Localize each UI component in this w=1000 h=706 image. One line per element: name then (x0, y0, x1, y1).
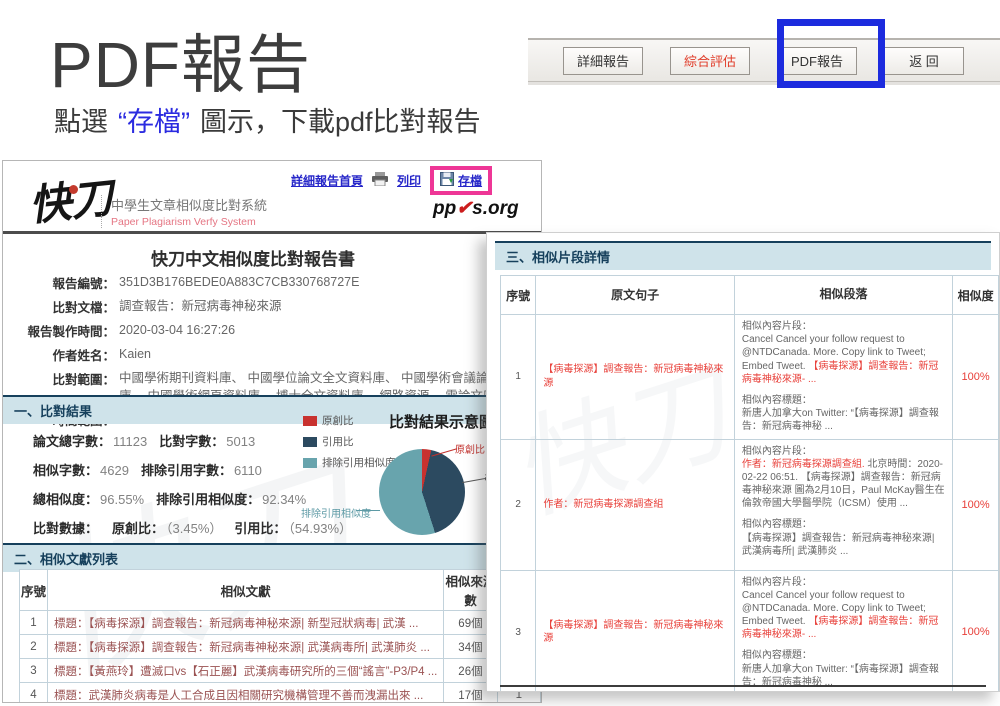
meta-row: 報告編號：351D3B176BEDE0A883C7CB330768727E (11, 273, 529, 292)
system-name-en: Paper Plagiarism Verfy System (111, 216, 267, 228)
doc-row-index: 3 (20, 659, 48, 683)
subtitle-prefix: 點選 (54, 107, 108, 137)
legend-item: 原創比 (303, 413, 396, 428)
similar-fragments-panel: 快刀 三、相似片段詳情 序號 原文句子 相似段落 相似度 1 【病毒探源】調查報… (486, 232, 1000, 692)
fragment-text: 作者：新冠病毒探源調查組. 北京時間：2020-02-22 06:51. 【病毒… (742, 458, 945, 511)
sim-table-row: 1 【病毒探源】調查報告：新冠病毒神秘來源 相似內容片段： Cancel Can… (501, 315, 999, 440)
doc-row-index: 1 (20, 611, 48, 635)
similar-documents-table: 序號 相似文獻 相似來源數 相似字數 1 標題：【病毒探源】調查報告：新冠病毒神… (19, 569, 541, 703)
similar-title-text: 【病毒探源】調查報告：新冠病毒神秘來源| 武漢病毒所| 武漢肺炎 ... (742, 532, 945, 558)
doc-row-index: 4 (20, 683, 48, 704)
section-3-header: 三、相似片段詳情 (495, 241, 991, 270)
similar-title-label: 相似內容標題： (742, 394, 945, 407)
page: PDF報告 點選 “存檔” 圖示，下載pdf比對報告 詳細報告綜合評估PDF報告返 … (0, 0, 1000, 706)
sim-row-similarity: 100% (953, 570, 999, 692)
sim-row-similarity: 100% (953, 439, 999, 570)
toolbar-button-1[interactable]: 綜合評估 (670, 47, 750, 75)
doc-row-index: 2 (20, 635, 48, 659)
callout-original: 原創比 (455, 441, 485, 456)
pie-legend: 原創比引用比排除引用相似度 (303, 413, 396, 476)
callout-excl-citation: 排除引用相似度 (301, 505, 371, 520)
doc-row-title[interactable]: 標題：【病毒探源】調查報告：新冠病毒神秘來源| 新型冠狀病毒| 武漢 ... (48, 611, 444, 635)
similar-title-label: 相似內容標題： (742, 518, 945, 531)
logo-seal-icon (69, 185, 78, 194)
sim-row-similarity: 100% (953, 315, 999, 440)
similar-title-text: 新唐人加拿大on Twitter: “【病毒探源】調查報告：新冠病毒神秘 ... (742, 407, 945, 433)
pdf-report-highlight-box (777, 19, 885, 88)
ppvs-check-icon: ✔ (456, 198, 472, 219)
doc-table-row: 1 標題：【病毒探源】調查報告：新冠病毒神秘來源| 新型冠狀病毒| 武漢 ...… (20, 611, 541, 635)
legend-item: 引用比 (303, 434, 396, 449)
meta-row: 報告製作時間：2020-03-04 16:27:26 (11, 321, 529, 340)
save-highlight-box: 存檔 (430, 166, 492, 195)
header-divider (3, 231, 541, 234)
sim-col-paragraph: 相似段落 (734, 276, 952, 315)
legend-item: 排除引用相似度 (303, 455, 396, 470)
sim-col-source: 原文句子 (536, 276, 734, 315)
toolbar: 詳細報告綜合評估PDF報告返 回 (528, 38, 1000, 82)
subtitle-highlight: “存檔” (118, 107, 190, 137)
report-home-link[interactable]: 詳細報告首頁 (291, 172, 363, 189)
doc-table-row: 3 標題：【黃燕玲】遭滅口vs【石正麗】武漢病毒研究所的三個“謠言”-P3/P4… (20, 659, 541, 683)
callout-excl-citation-line (356, 510, 380, 511)
sim-row-paragraph: 相似內容片段： Cancel Cancel your follow reques… (734, 315, 952, 440)
meta-row: 作者姓名：Kaien (11, 345, 529, 364)
doc-row-title[interactable]: 標題：【病毒探源】調查報告：新冠病毒神秘來源| 武漢病毒所| 武漢肺炎 ... (48, 635, 444, 659)
subtitle-suffix: 圖示，下載pdf比對報告 (200, 107, 481, 137)
doc-table-header-row: 序號 相似文獻 相似來源數 相似字數 (20, 570, 541, 611)
pie-chart (379, 449, 465, 535)
sim-row-source-sentence: 作者：新冠病毒探源調查組 (536, 439, 734, 570)
meta-row: 比對文檔：調查報告：新冠病毒神秘來源 (11, 297, 529, 316)
pie-chart-title: 比對結果示意圖 (389, 411, 494, 432)
toolbar-button-0[interactable]: 詳細報告 (563, 47, 643, 75)
fragment-label: 相似內容片段： (742, 320, 945, 333)
sim-row-paragraph: 相似內容片段： 作者：新冠病毒探源調查組. 北京時間：2020-02-22 06… (734, 439, 952, 570)
doc-row-title[interactable]: 標題：【黃燕玲】遭滅口vs【石正麗】武漢病毒研究所的三個“謠言”-P3/P4 .… (48, 659, 444, 683)
printer-icon[interactable] (372, 172, 388, 189)
sim-col-no: 序號 (501, 276, 536, 315)
similar-title-label: 相似內容標題： (742, 649, 945, 662)
sim-row-source-sentence: 【病毒探源】調查報告：新冠病毒神秘來源 (536, 570, 734, 692)
sim-row-paragraph: 相似內容片段： Cancel Cancel your follow reques… (734, 570, 952, 692)
fragment-text: Cancel Cancel your follow request to @NT… (742, 333, 945, 386)
legend-swatch (303, 458, 317, 468)
sim-table-row: 3 【病毒探源】調查報告：新冠病毒神秘來源 相似內容片段： Cancel Can… (501, 570, 999, 692)
system-name: 中學生文章相似度比對系統 Paper Plagiarism Verfy Syst… (101, 195, 267, 228)
page-subtitle: 點選 “存檔” 圖示，下載pdf比對報告 (54, 100, 481, 139)
similar-fragments-table: 序號 原文句子 相似段落 相似度 1 【病毒探源】調查報告：新冠病毒神秘來源 相… (500, 275, 999, 692)
report-screenshot: 快刀 詳細報告首頁 列印 存檔 快刀 中學生文章相似度比對系統 Paper Pl… (2, 160, 542, 703)
sim-row-index: 3 (501, 570, 536, 692)
stat-line: 比對數據：原創比：（3.45%）引用比：（54.93%） (33, 518, 364, 537)
doc-col-no: 序號 (20, 570, 48, 611)
fragment-label: 相似內容片段： (742, 445, 945, 458)
callout-citation-line (462, 478, 486, 483)
sim-table-header-row: 序號 原文句子 相似段落 相似度 (501, 276, 999, 315)
ppvs-logo: pp✔s.org (433, 197, 519, 220)
system-name-zh: 中學生文章相似度比對系統 (111, 195, 267, 214)
sim-row-index: 2 (501, 439, 536, 570)
report-header-links: 詳細報告首頁 列印 存檔 (291, 166, 492, 195)
doc-row-title[interactable]: 標題：武漢肺炎病毒是人工合成且因相關研究機構管理不善而洩漏出來 ... (48, 683, 444, 704)
print-link[interactable]: 列印 (397, 172, 421, 189)
sim-table-row: 2 作者：新冠病毒探源調查組 相似內容片段： 作者：新冠病毒探源調查組. 北京時… (501, 439, 999, 570)
doc-table-row: 2 標題：【病毒探源】調查報告：新冠病毒神秘來源| 武漢病毒所| 武漢肺炎 ..… (20, 635, 541, 659)
fragment-text: Cancel Cancel your follow request to @NT… (742, 589, 945, 642)
sim-row-index: 1 (501, 315, 536, 440)
panel-bottom-rule (500, 685, 986, 687)
doc-table-row: 4 標題：武漢肺炎病毒是人工合成且因相關研究機構管理不善而洩漏出來 ... 17… (20, 683, 541, 704)
doc-col-title: 相似文獻 (48, 570, 444, 611)
legend-swatch (303, 416, 317, 426)
save-icon[interactable] (440, 172, 454, 189)
fragment-label: 相似內容片段： (742, 576, 945, 589)
save-link[interactable]: 存檔 (458, 172, 482, 189)
toolbar-button-3[interactable]: 返 回 (884, 47, 964, 75)
sim-row-source-sentence: 【病毒探源】調查報告：新冠病毒神秘來源 (536, 315, 734, 440)
page-title: PDF報告 (50, 14, 311, 106)
sim-col-similarity: 相似度 (953, 276, 999, 315)
section-2-header: 二、相似文獻列表 (3, 543, 541, 572)
report-doc-title: 快刀中文相似度比對報告書 (3, 245, 503, 270)
legend-swatch (303, 437, 317, 447)
